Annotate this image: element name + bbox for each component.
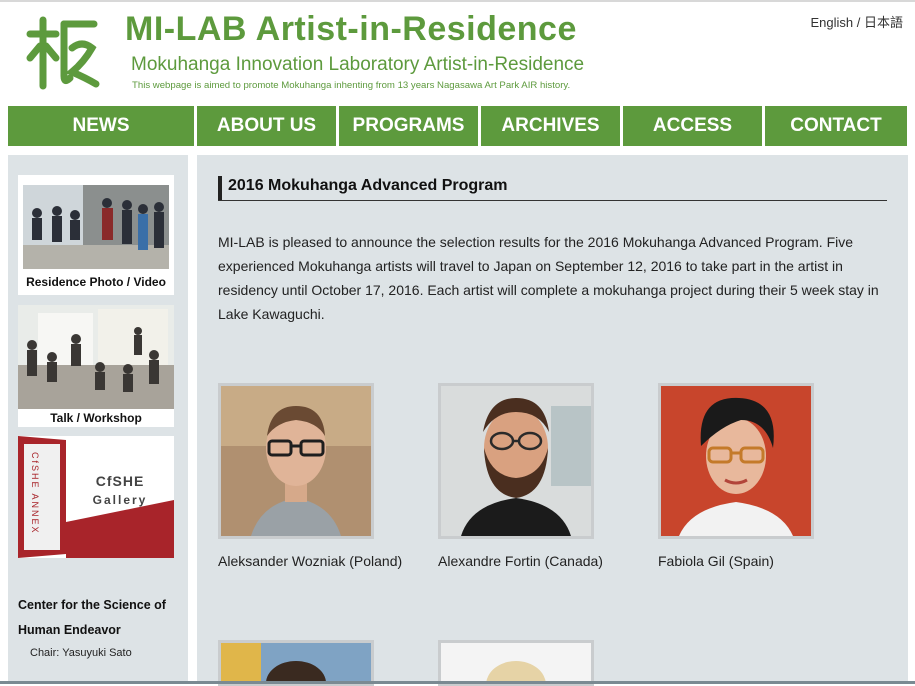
artist-name: Fabiola Gil (Spain) [658, 553, 774, 569]
artist-photo-frame [438, 640, 594, 686]
artist-photo-frame [658, 383, 814, 539]
talk-workshop-card[interactable]: Talk / Workshop [18, 305, 174, 427]
cfshe-gallery-card[interactable]: CfSHE Gallery CfSHE ANNEX [18, 436, 174, 558]
residence-photo-video-label: Residence Photo / Video [26, 275, 166, 289]
nav-item-access[interactable]: ACCESS [623, 106, 762, 146]
lang-separator: / [856, 15, 861, 30]
site-subtitle: Mokuhanga Innovation Laboratory Artist-i… [131, 54, 585, 75]
nav-item-about-us[interactable]: ABOUT US [197, 106, 336, 146]
artist-portrait-partial [441, 643, 591, 683]
language-switcher: English / 日本語 [810, 12, 903, 31]
site-title[interactable]: MI-LAB Artist-in-Residence [125, 10, 577, 49]
post-title: 2016 Mokuhanga Advanced Program [228, 177, 508, 194]
artist-photo-frame [218, 383, 374, 539]
sidebar: Residence Photo / Video Talk / Workshop [8, 155, 188, 684]
gallery-wall-text: CfSHE ANNEX [30, 452, 40, 535]
residence-group-photo [23, 185, 169, 269]
lang-japanese-link[interactable]: 日本語 [864, 15, 903, 30]
nav-item-archives[interactable]: ARCHIVES [481, 106, 620, 146]
nav-item-contact[interactable]: CONTACT [765, 106, 907, 146]
artist-portrait-fortin [441, 386, 591, 536]
talk-workshop-label: Talk / Workshop [50, 411, 142, 425]
mi-lab-logo-icon[interactable] [22, 12, 102, 92]
main-nav: NEWS ABOUT US PROGRAMS ARCHIVES ACCESS C… [8, 106, 907, 146]
top-border [0, 0, 915, 2]
artist-portrait-wozniak [221, 386, 371, 536]
organization-name[interactable]: Center for the Science of Human Endeavor [18, 593, 183, 643]
gallery-sign-line2: Gallery [93, 493, 148, 507]
residence-photo-video-card[interactable]: Residence Photo / Video [18, 175, 174, 295]
artist-photo-frame [218, 640, 374, 686]
title-accent-bar [218, 176, 222, 200]
gallery-sign-line1: CfSHE [96, 473, 145, 489]
nav-item-news[interactable]: NEWS [8, 106, 194, 146]
organization-chair: Chair: Yasuyuki Sato [30, 647, 132, 659]
site-tagline: This webpage is aimed to promote Mokuhan… [132, 80, 571, 91]
artist-photo-frame [438, 383, 594, 539]
nav-item-programs[interactable]: PROGRAMS [339, 106, 478, 146]
lang-english-link[interactable]: English [810, 15, 853, 30]
artist-portrait-gil [661, 386, 811, 536]
artist-name: Alexandre Fortin (Canada) [438, 553, 603, 569]
artist-name: Aleksander Wozniak (Poland) [218, 553, 403, 569]
cfshe-gallery-photo: CfSHE Gallery CfSHE ANNEX [18, 436, 174, 558]
main-content: 2016 Mokuhanga Advanced Program MI-LAB i… [197, 155, 908, 686]
artist-portrait-partial [221, 643, 371, 683]
post-title-block: 2016 Mokuhanga Advanced Program [218, 176, 887, 201]
post-body: MI-LAB is pleased to announce the select… [218, 234, 879, 322]
talk-workshop-photo [18, 305, 174, 409]
